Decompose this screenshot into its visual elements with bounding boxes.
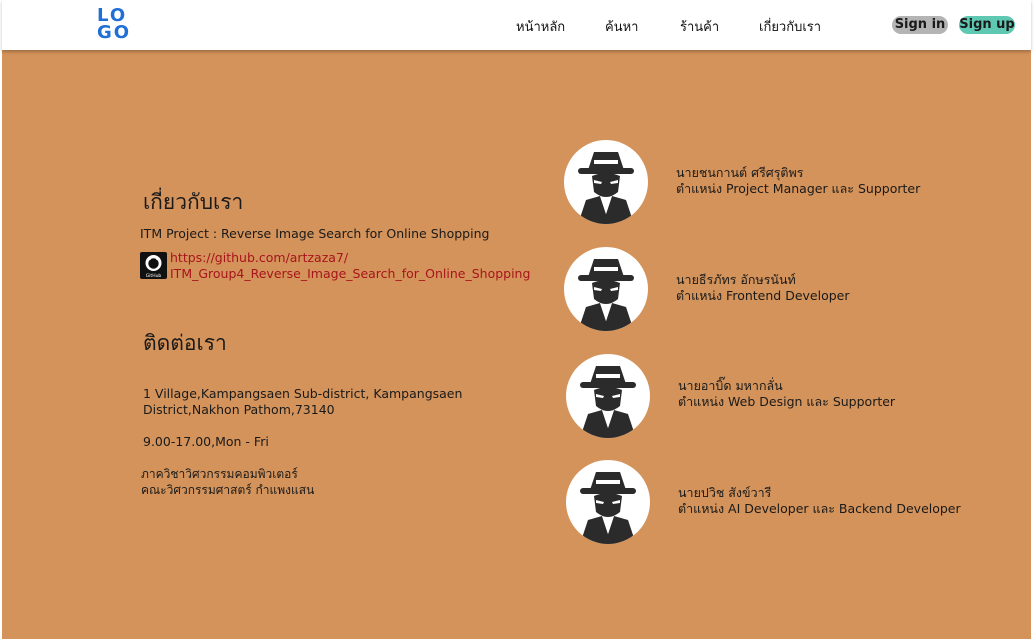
nav-shop[interactable]: ร้านค้า: [680, 16, 719, 37]
github-link-line-2: ITM_Group4_Reverse_Image_Search_for_Onli…: [170, 266, 531, 281]
github-icon-label: GitHub: [146, 273, 162, 279]
spy-avatar-icon: [564, 247, 648, 331]
spy-avatar-icon: [566, 460, 650, 544]
github-icon[interactable]: GitHub: [140, 252, 167, 279]
project-title: ITM Project : Reverse Image Search for O…: [140, 226, 490, 241]
github-link-line-1: https://github.com/artzaza7/: [170, 250, 349, 265]
nav-about[interactable]: เกี่ยวกับเรา: [759, 16, 821, 37]
department-line-2: คณะวิศวกรรมศาสตร์ กำแพงแสน: [141, 483, 315, 497]
logo-line-2: GO: [97, 22, 132, 43]
address: 1 Village,Kampangsaen Sub-district, Kamp…: [143, 386, 483, 418]
member-role: ตำแหน่ง AI Developer และ Backend Develop…: [678, 501, 961, 516]
about-heading: เกี่ยวกับเรา: [143, 190, 244, 214]
address-line-1: 1 Village,Kampangsaen Sub-district, Kamp…: [143, 386, 463, 401]
spy-avatar-icon: [564, 140, 648, 224]
github-link[interactable]: https://github.com/artzaza7/ ITM_Group4_…: [170, 250, 550, 282]
page-frame: LO GO หน้าหลัก ค้นหา ร้านค้า เกี่ยวกับเร…: [2, 0, 1031, 639]
department: ภาควิชาวิศวกรรมคอมพิวเตอร์ คณะวิศวกรรมศา…: [141, 466, 314, 498]
contact-heading: ติดต่อเรา: [143, 331, 227, 355]
navbar: LO GO หน้าหลัก ค้นหา ร้านค้า เกี่ยวกับเร…: [2, 0, 1031, 50]
member-role: ตำแหน่ง Frontend Developer: [676, 288, 850, 303]
logo[interactable]: LO GO: [97, 7, 137, 45]
nav-home[interactable]: หน้าหลัก: [516, 16, 565, 37]
address-line-2: District,Nakhon Pathom,73140: [143, 402, 335, 417]
nav-search[interactable]: ค้นหา: [605, 16, 638, 37]
department-line-1: ภาควิชาวิศวกรรมคอมพิวเตอร์: [141, 467, 298, 481]
member-role: ตำแหน่ง Project Manager และ Supporter: [676, 181, 921, 196]
signin-button[interactable]: Sign in: [892, 16, 948, 34]
signup-button[interactable]: Sign up: [959, 16, 1015, 34]
opening-hours: 9.00-17.00,Mon - Fri: [143, 434, 269, 449]
member-role: ตำแหน่ง Web Design และ Supporter: [678, 394, 896, 409]
spy-avatar-icon: [566, 354, 650, 438]
